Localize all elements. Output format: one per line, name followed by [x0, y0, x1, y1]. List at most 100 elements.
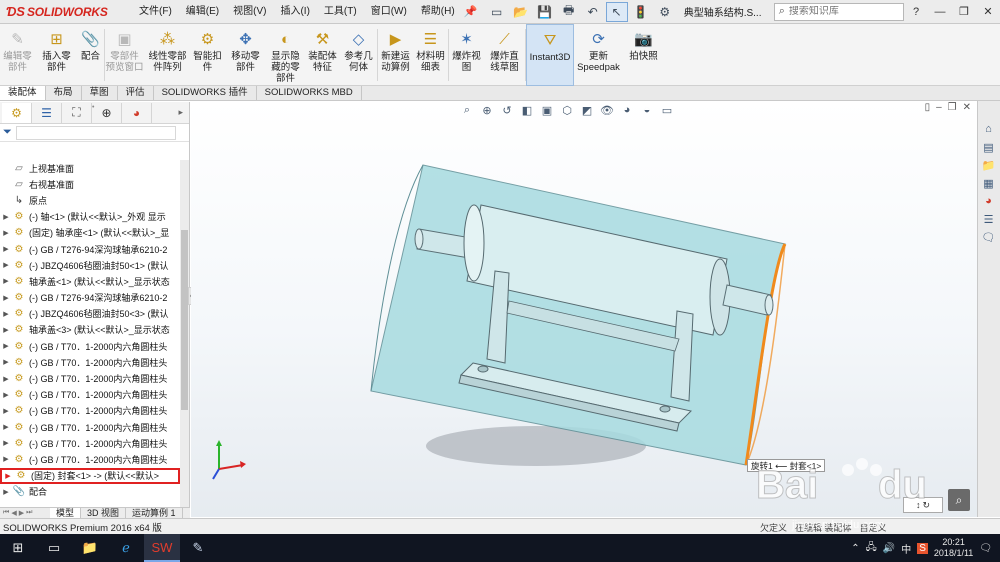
expand-arrow-icon[interactable]: ▶: [0, 488, 12, 496]
expand-arrow-icon[interactable]: ▶: [0, 391, 12, 399]
ribbon-button-explode-line-sketch[interactable]: ⟋ 爆炸直 线草图: [485, 24, 525, 86]
tree-item[interactable]: ▶ ⚙ (固定) 轴承座<1> (默认<<默认>_显: [0, 225, 180, 241]
tab-mbd[interactable]: SOLIDWORKS MBD: [257, 86, 362, 100]
expand-arrow-icon[interactable]: ▶: [0, 326, 12, 334]
dimxpert-manager-tab-icon[interactable]: ⊕: [92, 102, 122, 123]
filter-funnel-icon[interactable]: ⏷: [3, 126, 12, 139]
help-question-icon[interactable]: ?: [904, 0, 928, 24]
options-gear-icon[interactable]: ⚙: [654, 2, 676, 22]
tree-item[interactable]: ▶ ⚙ (固定) 封套<1> -> (默认<<默认>: [0, 467, 180, 484]
tree-item[interactable]: ↳ 原点: [0, 192, 180, 208]
tree-item[interactable]: ▶ ⚙ (-) GB / T70．1-2000内六角圆柱头: [0, 419, 180, 435]
graphics-area[interactable]: ⌕ ⊕ ↺ ◧ ▣ ⬡ ◩ 👁 ◕ ◒ ▭ ▯ – ❐ ✕ 旋转1 ⟵ 封套<1…: [191, 101, 977, 517]
tree-item[interactable]: ▱ 上视基准面: [0, 160, 180, 176]
close-button[interactable]: ✕: [976, 0, 1000, 24]
property-manager-tab-icon[interactable]: ☰: [32, 102, 62, 123]
ribbon-button-assembly-feature[interactable]: ⚒ 装配体 特征: [305, 24, 341, 86]
menu-help[interactable]: 帮助(H): [414, 0, 462, 24]
configuration-manager-tab-icon[interactable]: ⛶: [62, 102, 92, 123]
tree-item[interactable]: ▶ ⚙ (-) GB / T70．1-2000内六角圆柱头: [0, 435, 180, 451]
tab-next-icon[interactable]: ▶: [19, 509, 24, 517]
sogou-ime-icon[interactable]: S: [917, 542, 928, 554]
tree-scrollbar[interactable]: [180, 160, 189, 510]
tab-motion-study[interactable]: 运动算例 1: [126, 508, 183, 518]
file-explorer-icon[interactable]: 📁: [978, 157, 999, 173]
tray-up-arrow-icon[interactable]: ⌃: [851, 543, 859, 554]
ribbon-button-speedpak[interactable]: ⟳ 更新 Speedpak: [574, 24, 624, 86]
minimize-button[interactable]: —: [928, 0, 952, 24]
forum-icon[interactable]: 🗨: [978, 229, 999, 245]
tab-prev-icon[interactable]: ◀: [11, 509, 16, 517]
tab-sketch[interactable]: 草图: [82, 86, 118, 100]
select-pointer-icon[interactable]: ↖: [605, 1, 628, 22]
knowledge-search-field[interactable]: ⌕: [773, 2, 904, 21]
expand-arrow-icon[interactable]: ▶: [0, 455, 12, 463]
ribbon-button-move-component[interactable]: ✥ 移动零 部件: [225, 24, 267, 86]
search-input[interactable]: [788, 6, 887, 17]
task-view-icon[interactable]: ▭: [36, 534, 72, 562]
menu-tools[interactable]: 工具(T): [317, 0, 364, 24]
tree-item[interactable]: ▶ ⚙ (-) GB / T70．1-2000内六角圆柱头: [0, 403, 180, 419]
ribbon-button-insert-component[interactable]: ⊞ 插入零 部件: [36, 24, 78, 86]
expand-arrow-icon[interactable]: ▶: [0, 423, 12, 431]
mini-toolbar-rotate-icon[interactable]: ↻: [922, 500, 930, 511]
expand-arrow-icon[interactable]: ▶: [0, 229, 12, 237]
solidworks-logo[interactable]: ƊS SOLIDWORKS: [0, 0, 132, 24]
expand-arrow-icon[interactable]: ▶: [0, 277, 12, 285]
tree-item[interactable]: ▶ ⚙ 轴承盖<3> (默认<<默认>_显示状态: [0, 322, 180, 338]
ribbon-button-snapshot[interactable]: 📷 拍快照: [624, 24, 664, 86]
ribbon-button-smart-fastener[interactable]: ⚙ 智能扣 件: [191, 24, 225, 86]
save-icon[interactable]: 💾: [534, 2, 556, 22]
clock[interactable]: 20:21 2018/1/11: [934, 537, 973, 559]
expand-arrow-icon[interactable]: ▶: [0, 375, 12, 383]
ribbon-button-new-motion-study[interactable]: ▶ 新建运 动算例: [378, 24, 414, 86]
new-document-icon[interactable]: ▭: [486, 2, 508, 22]
display-manager-tab-icon[interactable]: ◕: [122, 102, 152, 123]
context-mini-toolbar[interactable]: ↕ ↻: [903, 497, 943, 513]
tree-item[interactable]: ▶ ⚙ (-) GB / T70．1-2000内六角圆柱头: [0, 387, 180, 403]
ribbon-button-show-hidden[interactable]: ◐ 显示隐 藏的零 部件: [267, 24, 305, 86]
solidworks-taskbar-icon[interactable]: SW: [144, 534, 180, 562]
tree-item[interactable]: ▶ ⚙ (-) GB / T70．1-2000内六角圆柱头: [0, 370, 180, 386]
expand-arrow-icon[interactable]: ▶: [0, 213, 12, 221]
view-palette-icon[interactable]: ▦: [978, 175, 999, 191]
expand-arrow-icon[interactable]: ▶: [0, 358, 12, 366]
expand-arrow-icon[interactable]: ▶: [0, 342, 12, 350]
tab-3d-view[interactable]: 3D 视图: [81, 508, 127, 518]
menu-file[interactable]: 文件(F): [132, 0, 179, 24]
file-explorer-taskbar-icon[interactable]: 📁: [72, 534, 108, 562]
custom-properties-icon[interactable]: ☰: [978, 211, 999, 227]
ribbon-button-reference-geometry[interactable]: ◇ 参考几 何体: [341, 24, 377, 86]
expand-arrow-icon[interactable]: ▶: [0, 439, 12, 447]
expand-arrow-icon[interactable]: ▶: [0, 245, 12, 253]
tree-item[interactable]: ▶ ⚙ (-) 轴<1> (默认<<默认>_外观 显示: [0, 209, 180, 225]
ribbon-button-component-preview[interactable]: ▣ 零部件 预览窗口: [105, 24, 145, 86]
tree-item[interactable]: ▶ ⚙ (-) GB / T276-94深沟球轴承6210-2: [0, 290, 180, 306]
ie-browser-icon[interactable]: ℯ: [108, 534, 144, 562]
expand-arrow-icon[interactable]: ▶: [0, 294, 12, 302]
model-3d-view[interactable]: [191, 101, 977, 517]
ribbon-button-edit-component[interactable]: ✎ 编辑零 部件: [0, 24, 36, 86]
ribbon-button-instant3d[interactable]: ⛛ Instant3D: [526, 24, 574, 86]
ribbon-button-bom[interactable]: ☰ 材料明 细表: [414, 24, 448, 86]
pin-menu-icon[interactable]: 📌: [462, 5, 480, 18]
tree-item[interactable]: ▶ ⚙ 轴承盖<1> (默认<<默认>_显示状态: [0, 273, 180, 289]
tab-first-icon[interactable]: ⏮: [3, 509, 9, 517]
tab-model[interactable]: 模型: [50, 508, 82, 518]
appearances-scenes-icon[interactable]: ◕: [978, 193, 999, 209]
volume-icon[interactable]: 🔊: [883, 543, 895, 554]
tab-last-icon[interactable]: ⏭: [26, 509, 32, 517]
print-icon[interactable]: 🖶: [558, 2, 580, 22]
screenshot-tool-icon[interactable]: ✎: [180, 534, 216, 562]
network-icon[interactable]: 🖧: [866, 540, 877, 557]
tree-filter-input[interactable]: [15, 125, 176, 140]
tree-item[interactable]: ▶ ⚙ (-) JBZQ4606毡圈油封50<1> (默认: [0, 257, 180, 273]
tree-item[interactable]: ▶ ⚙ (-) GB / T70．1-2000内六角圆柱头: [0, 451, 180, 467]
ribbon-button-exploded-view[interactable]: ✶ 爆炸视 图: [449, 24, 485, 86]
design-library-icon[interactable]: ▤: [978, 139, 999, 155]
expand-arrow-icon[interactable]: ▶: [0, 310, 12, 318]
menu-view[interactable]: 视图(V): [226, 0, 273, 24]
tab-layout[interactable]: 布局: [46, 86, 82, 100]
tree-item[interactable]: ▱ 右视基准面: [0, 176, 180, 192]
feature-manager-tab-icon[interactable]: ⚙: [2, 102, 32, 123]
